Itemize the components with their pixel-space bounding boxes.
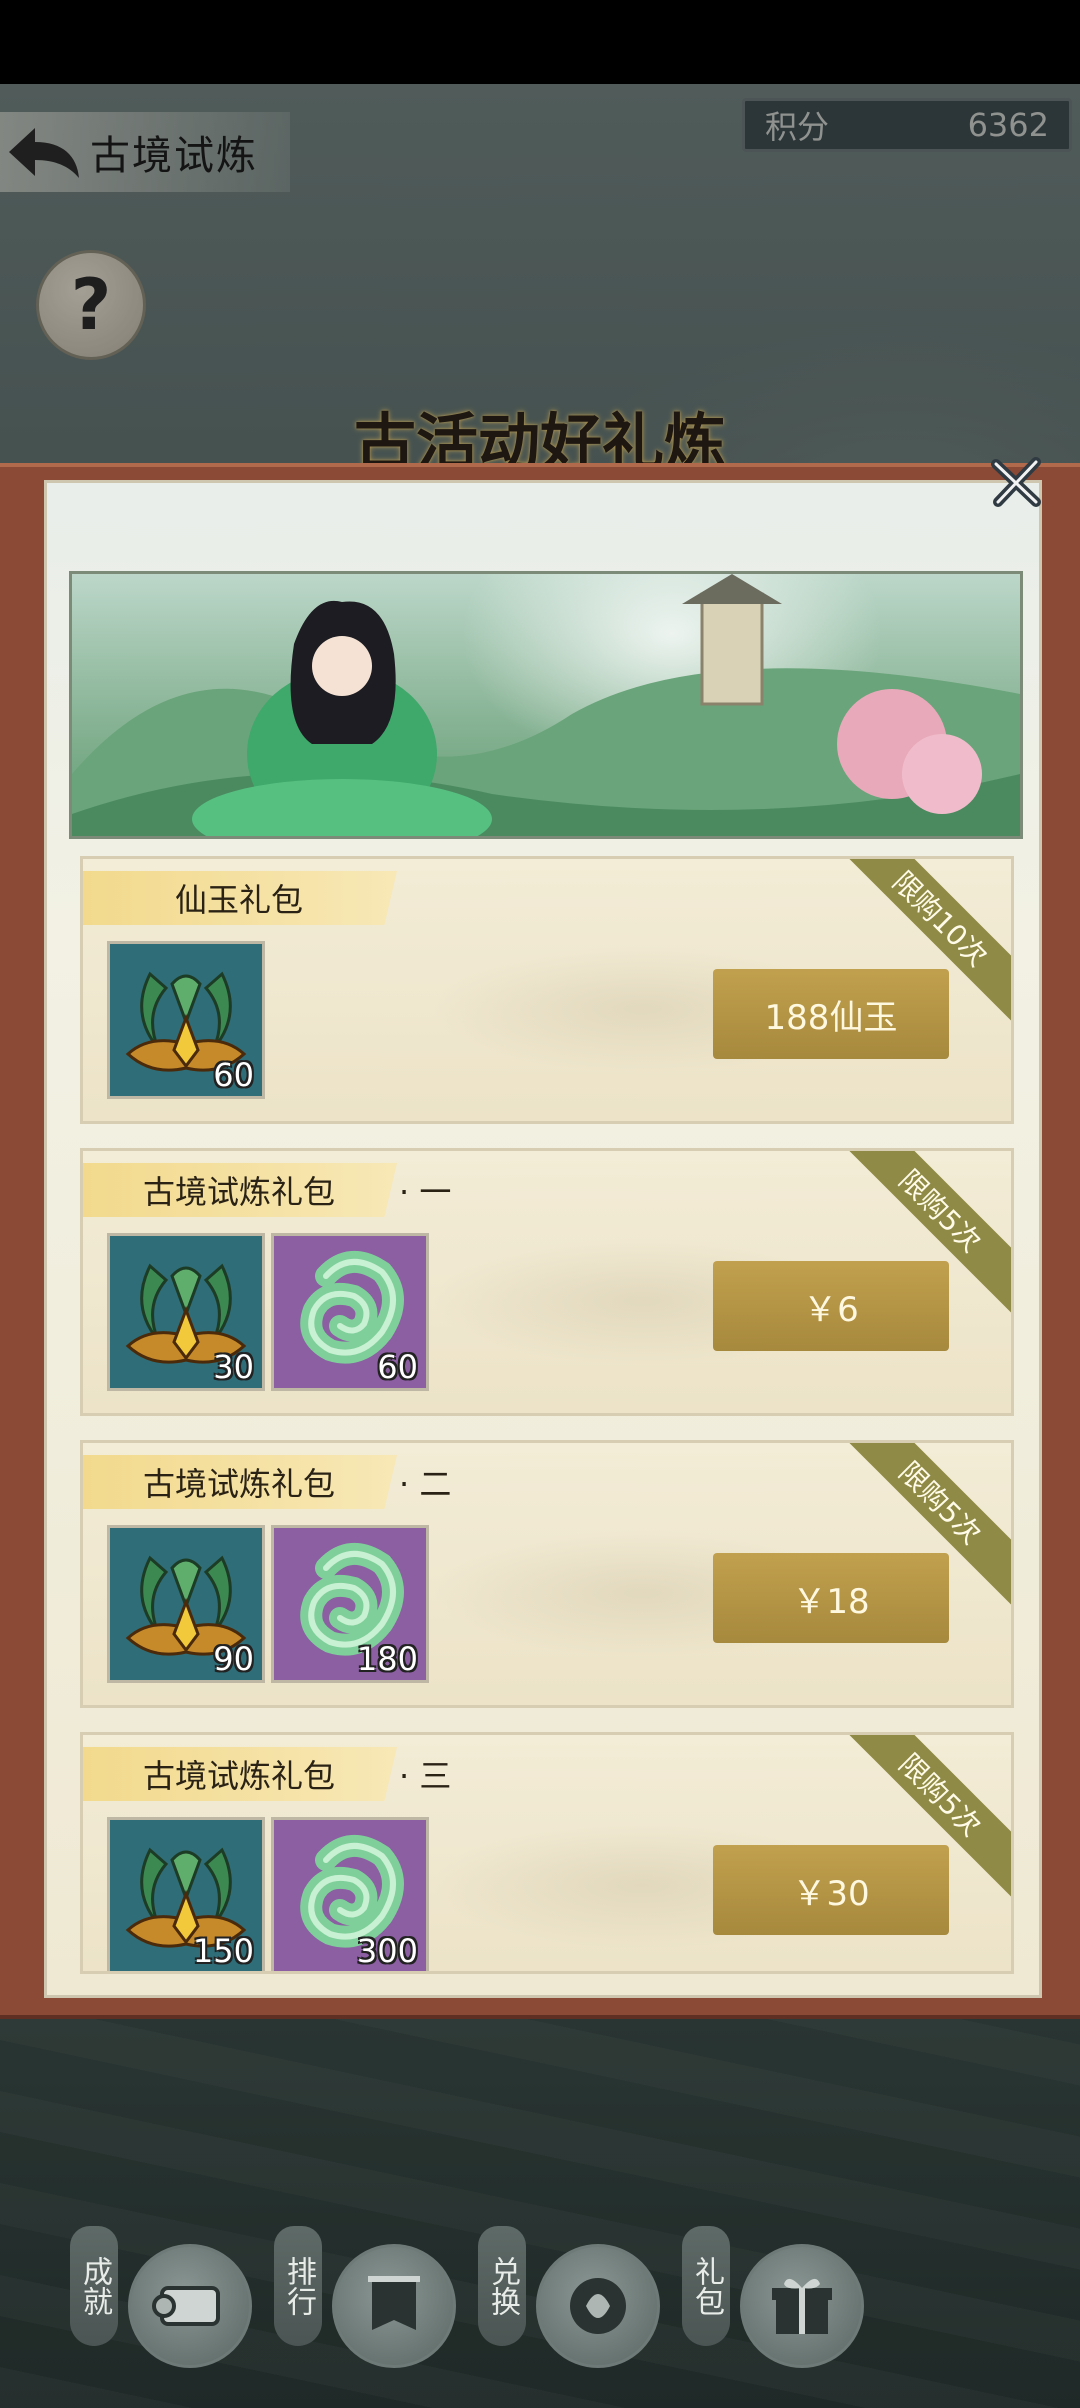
item-count: 60: [377, 1348, 418, 1386]
nav-item[interactable]: 成就: [70, 2226, 270, 2376]
pack-title: 古境试炼礼包: [83, 1163, 397, 1217]
hero-illustration: [69, 571, 1023, 839]
pack-title: 古境试炼礼包: [83, 1455, 397, 1509]
reward-item[interactable]: 60: [271, 1233, 429, 1391]
nav-label: 成就: [70, 2226, 118, 2346]
item-count: 90: [213, 1640, 254, 1678]
reward-item[interactable]: 180: [271, 1525, 429, 1683]
nav-item[interactable]: 排行: [274, 2226, 474, 2376]
gift-pack-card: 古境试炼礼包 · 三限购5次 150 300 ￥30: [80, 1732, 1014, 1974]
nav-item[interactable]: 兑换: [478, 2226, 678, 2376]
item-count: 300: [356, 1932, 418, 1970]
buy-button[interactable]: ￥30: [713, 1845, 949, 1935]
reward-item[interactable]: 30: [107, 1233, 265, 1391]
nav-label: 排行: [274, 2226, 322, 2346]
jade-emblem-icon: [536, 2244, 660, 2368]
reward-item[interactable]: 60: [107, 941, 265, 1099]
item-count: 180: [356, 1640, 418, 1678]
gift-pack-card: 古境试炼礼包 · 一限购5次 30 60 ￥6: [80, 1148, 1014, 1416]
gift-pack-card: 仙玉礼包 限购10次 60 188仙玉: [80, 856, 1014, 1124]
buy-button[interactable]: ￥18: [713, 1553, 949, 1643]
nav-label: 礼包: [682, 2226, 730, 2346]
item-count: 60: [213, 1056, 254, 1094]
gift-icon: [740, 2244, 864, 2368]
reward-item[interactable]: 90: [107, 1525, 265, 1683]
reward-item[interactable]: 300: [271, 1817, 429, 1971]
close-button[interactable]: [984, 450, 1048, 514]
reward-item[interactable]: 150: [107, 1817, 265, 1971]
item-count: 150: [192, 1932, 254, 1970]
gift-pack-card: 古境试炼礼包 · 二限购5次 90 180 ￥18: [80, 1440, 1014, 1708]
pack-title-suffix: · 一: [399, 1173, 452, 1211]
banner-icon: [332, 2244, 456, 2368]
pack-title: 古境试炼礼包: [83, 1747, 397, 1801]
close-icon: [991, 457, 1041, 507]
nav-item[interactable]: 礼包: [682, 2226, 882, 2376]
pack-title-suffix: · 三: [399, 1757, 452, 1795]
pack-title-suffix: · 二: [399, 1465, 452, 1503]
buy-button[interactable]: ￥6: [713, 1261, 949, 1351]
buy-button[interactable]: 188仙玉: [713, 969, 949, 1059]
pack-title: 仙玉礼包: [83, 871, 397, 925]
scroll-icon: [128, 2244, 252, 2368]
item-count: 30: [213, 1348, 254, 1386]
nav-label: 兑换: [478, 2226, 526, 2346]
